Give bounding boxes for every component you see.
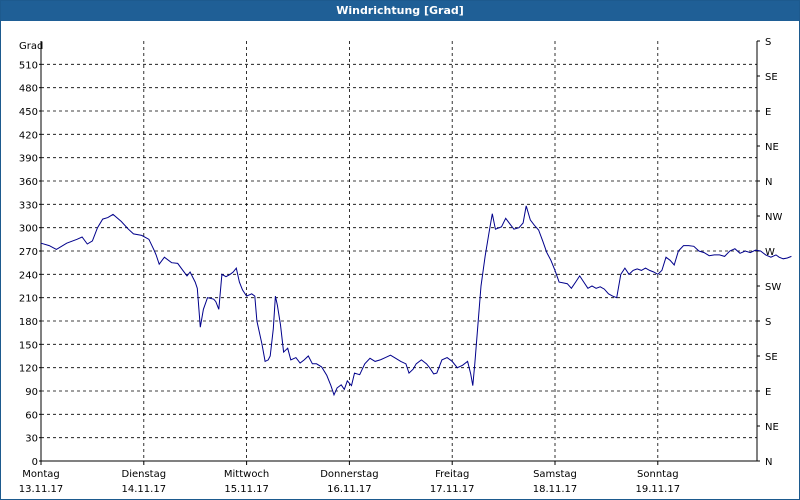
x-tick-label-date: 14.11.17 [122,484,167,495]
x-tick-label-date: 13.11.17 [19,484,64,495]
axes: Grad 0 30 60 90 120 150 180 210 240 270 300 330 360 39… [19,37,783,495]
series [40,205,792,397]
y-tick-label: 480 [19,84,38,95]
x-tick-label-day: Donnerstag [320,469,378,480]
x-tick-label-date: 15.11.17 [224,484,269,495]
y-tick-label: 0 [32,457,38,468]
x-tick-label-day: Sonntag [637,469,679,480]
right-tick-label: SE [765,72,778,83]
wind-direction-line [40,205,792,397]
x-tick-label-day: Freitag [435,469,469,480]
y-tick-label: 30 [25,434,38,445]
x-tick-label-day: Dienstag [122,469,167,480]
x-tick-label-day: Samstag [533,469,577,480]
y-tick-label: 90 [25,387,38,398]
y-tick-label: 390 [19,154,38,165]
x-tick-label-date: 18.11.17 [533,484,578,495]
right-tick-label: SW [765,282,781,293]
right-tick-label: SE [765,352,778,363]
y-tick-label: 330 [19,200,38,211]
right-tick-label: E [765,387,771,398]
y-axis-label: Grad [19,41,43,52]
right-tick-label: S [765,37,771,48]
y-tick-label: 510 [19,60,38,71]
y-tick-label: 210 [19,294,38,305]
y-tick-label: 300 [19,224,38,235]
y-tick-label: 240 [19,270,38,281]
x-tick-label-day: Montag [22,469,59,480]
right-tick-label: NE [765,142,779,153]
y-tick-label: 60 [25,410,38,421]
y-tick-label: 360 [19,177,38,188]
x-tick-label-date: 19.11.17 [636,484,681,495]
x-tick-label-day: Mittwoch [224,469,269,480]
right-tick-label: E [765,107,771,118]
chart-window: Windrichtung [Grad] Grad 0 30 60 90 120 150 180… [0,0,800,500]
right-tick-label: S [765,317,771,328]
y-tick-label: 270 [19,247,38,258]
y-tick-label: 150 [19,340,38,351]
right-tick-label: NE [765,422,779,433]
wind-direction-chart: Grad 0 30 60 90 120 150 180 210 240 270 300 330 360 39… [19,37,792,495]
y-tick-label: 420 [19,130,38,141]
y-tick-label: 180 [19,317,38,328]
right-tick-label: N [765,457,772,468]
y-tick-label: 120 [19,364,38,375]
grid [41,41,757,461]
right-tick-label: N [765,177,772,188]
right-tick-label: NW [765,212,782,223]
x-tick-label-date: 17.11.17 [430,484,475,495]
x-tick-label-date: 16.11.17 [327,484,372,495]
y-tick-label: 450 [19,107,38,118]
